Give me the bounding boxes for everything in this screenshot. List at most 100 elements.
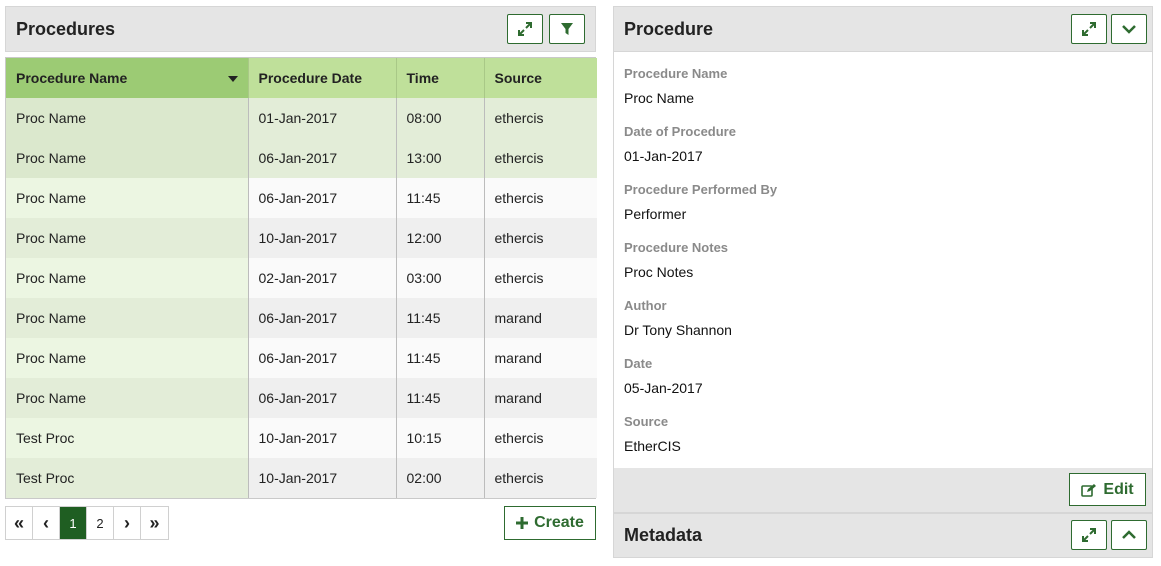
column-header-source[interactable]: Source [484, 58, 597, 98]
page-2-button[interactable]: 2 [87, 507, 114, 539]
expand-section-button[interactable] [1111, 520, 1147, 550]
field-label: Procedure Performed By [624, 182, 778, 197]
table-row[interactable]: Proc Name 06-Jan-2017 11:45 ethercis [6, 178, 597, 218]
table-row[interactable]: Proc Name 06-Jan-2017 13:00 ethercis [6, 138, 597, 178]
edit-icon [1081, 483, 1097, 497]
expand-button[interactable] [507, 14, 543, 44]
procedures-panel-title: Procedures [16, 18, 116, 39]
cell-source: ethercis [484, 418, 597, 458]
column-header-time[interactable]: Time [396, 58, 485, 98]
prev-page-button[interactable]: ‹ [33, 507, 60, 539]
plus-icon [516, 517, 529, 529]
cell-date: 06-Jan-2017 [248, 138, 397, 178]
cell-name: Proc Name [6, 218, 249, 258]
table-row[interactable]: Proc Name 01-Jan-2017 08:00 ethercis [6, 98, 597, 138]
metadata-panel-title: Metadata [624, 525, 703, 545]
metadata-panel-header: Metadata [613, 513, 1153, 558]
field-date-of-procedure: Date of Procedure 01-Jan-2017 [624, 124, 736, 164]
create-button[interactable]: Create [504, 506, 596, 540]
cell-time: 13:00 [396, 138, 485, 178]
sort-desc-icon [227, 76, 238, 82]
first-page-button[interactable]: « [6, 507, 33, 539]
procedure-panel-header: Procedure [613, 6, 1153, 52]
field-label: Date [624, 356, 653, 371]
table-row[interactable]: Proc Name 02-Jan-2017 03:00 ethercis [6, 258, 597, 298]
expand-button[interactable] [1071, 14, 1107, 44]
cell-source: ethercis [484, 258, 597, 298]
cell-date: 06-Jan-2017 [248, 338, 397, 378]
field-label: Author [624, 298, 667, 313]
cell-source: ethercis [484, 98, 597, 138]
cell-name: Test Proc [6, 418, 249, 458]
collapse-button[interactable] [1111, 14, 1147, 44]
column-header-procedure-date[interactable]: Procedure Date [248, 58, 397, 98]
edit-button[interactable]: Edit [1069, 473, 1146, 506]
cell-time: 02:00 [396, 458, 485, 498]
cell-time: 11:45 [396, 378, 485, 418]
column-header-procedure-name[interactable]: Procedure Name [6, 58, 249, 98]
field-value: 01-Jan-2017 [624, 148, 703, 164]
procedures-table: Procedure Name Procedure Date Time Sourc… [5, 57, 597, 499]
cell-time: 08:00 [396, 98, 485, 138]
cell-time: 12:00 [396, 218, 485, 258]
cell-source: ethercis [484, 458, 597, 498]
cell-date: 10-Jan-2017 [248, 458, 397, 498]
cell-name: Proc Name [6, 178, 249, 218]
cell-date: 01-Jan-2017 [248, 98, 397, 138]
expand-button[interactable] [1071, 520, 1107, 550]
cell-name: Proc Name [6, 98, 249, 138]
field-label: Procedure Notes [624, 240, 729, 255]
expand-icon [518, 22, 532, 36]
field-label: Procedure Name [624, 66, 728, 81]
last-page-button[interactable]: » [141, 507, 168, 539]
chevron-up-icon [1122, 530, 1136, 539]
table-row[interactable]: Test Proc 10-Jan-2017 10:15 ethercis [6, 418, 597, 458]
filter-icon [561, 23, 573, 35]
cell-name: Test Proc [6, 458, 249, 498]
field-source: Source EtherCIS [624, 414, 681, 454]
detail-footer: Edit [613, 468, 1153, 513]
field-value: Performer [624, 206, 687, 222]
cell-date: 06-Jan-2017 [248, 298, 397, 338]
cell-time: 11:45 [396, 178, 485, 218]
field-procedure-notes: Procedure Notes Proc Notes [624, 240, 728, 280]
cell-name: Proc Name [6, 378, 249, 418]
table-row[interactable]: Proc Name 06-Jan-2017 11:45 marand [6, 338, 597, 378]
chevron-down-icon [1122, 25, 1136, 34]
cell-source: marand [484, 298, 597, 338]
expand-icon [1082, 528, 1096, 542]
filter-button[interactable] [549, 14, 585, 44]
field-value: EtherCIS [624, 438, 681, 454]
field-value: Proc Name [624, 90, 695, 106]
procedure-detail: Procedure Name Proc Name Date of Procedur… [613, 52, 1153, 468]
pagination: « ‹ 1 2 › » [5, 506, 169, 540]
table-row[interactable]: Test Proc 10-Jan-2017 02:00 ethercis [6, 458, 597, 498]
field-label: Source [624, 414, 669, 429]
page-1-button[interactable]: 1 [60, 507, 87, 539]
cell-time: 11:45 [396, 338, 485, 378]
create-label: Create [534, 514, 584, 531]
cell-date: 06-Jan-2017 [248, 178, 397, 218]
edit-label: Edit [1103, 480, 1134, 498]
cell-date: 02-Jan-2017 [248, 258, 397, 298]
next-page-button[interactable]: › [114, 507, 141, 539]
cell-name: Proc Name [6, 258, 249, 298]
table-header-row: Procedure Name Procedure Date Time Sourc… [6, 58, 597, 98]
table-row[interactable]: Proc Name 06-Jan-2017 11:45 marand [6, 298, 597, 338]
cell-date: 06-Jan-2017 [248, 378, 397, 418]
table-row[interactable]: Proc Name 06-Jan-2017 11:45 marand [6, 378, 597, 418]
table-row[interactable]: Proc Name 10-Jan-2017 12:00 ethercis [6, 218, 597, 258]
cell-time: 10:15 [396, 418, 485, 458]
cell-name: Proc Name [6, 138, 249, 178]
field-performed-by: Procedure Performed By Performer [624, 182, 777, 222]
cell-name: Proc Name [6, 298, 249, 338]
cell-source: marand [484, 378, 597, 418]
cell-date: 10-Jan-2017 [248, 418, 397, 458]
field-value: Proc Notes [624, 264, 694, 280]
cell-time: 11:45 [396, 298, 485, 338]
cell-name: Proc Name [6, 338, 249, 378]
procedures-panel-header: Procedures [5, 6, 596, 52]
field-author: Author Dr Tony Shannon [624, 298, 732, 338]
procedure-panel-title: Procedure [624, 18, 714, 39]
field-value: 05-Jan-2017 [624, 380, 703, 396]
